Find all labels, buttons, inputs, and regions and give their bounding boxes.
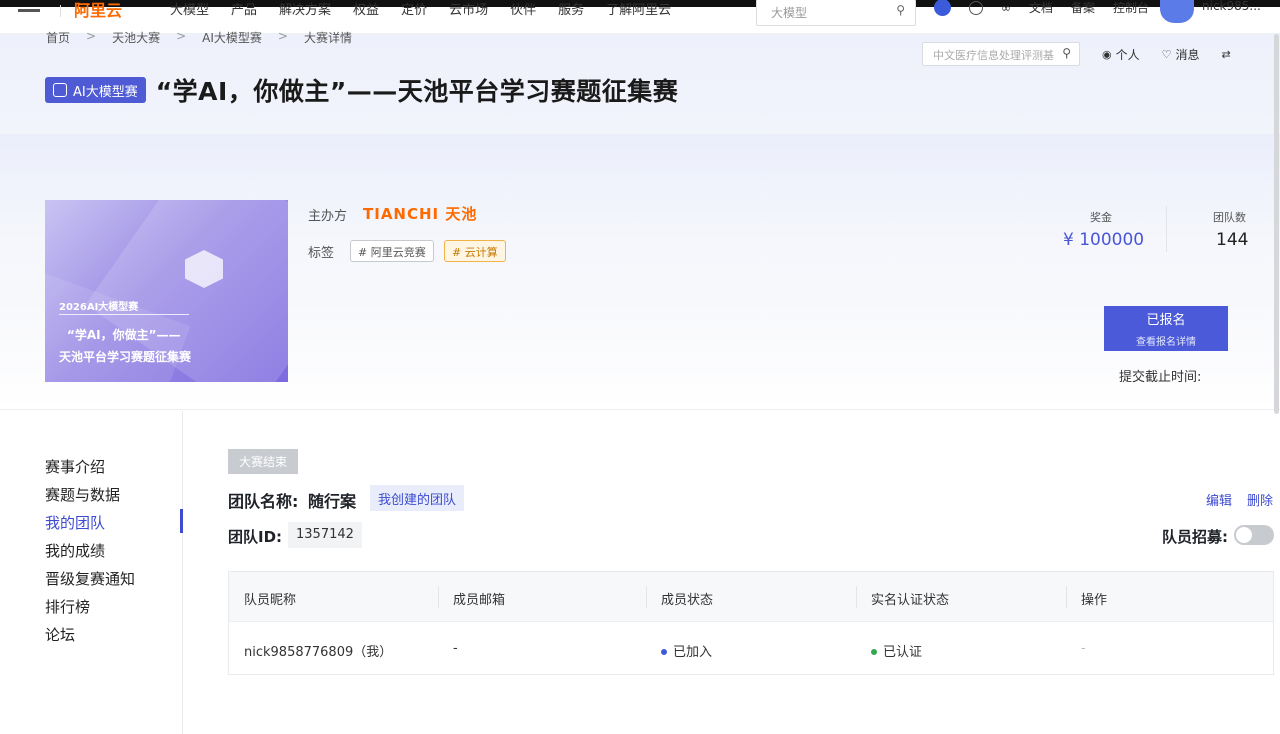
top-nav: 大模型 产品 解决方案 权益 定价 云市场 伙伴 服务 了解阿里云 — [170, 0, 671, 18]
page-title: “学AI，你做主”——天池平台学习赛题征集赛 — [155, 77, 679, 106]
edit-button[interactable]: 编辑 — [1206, 490, 1232, 509]
competition-sidebar: 赛事介绍 赛题与数据 我的团队 我的成绩 晋级复赛通知 排行榜 论坛 — [0, 411, 183, 734]
active-indicator — [180, 509, 183, 533]
recruit-toggle[interactable] — [1234, 525, 1274, 545]
chevron-right-icon: > — [86, 29, 97, 43]
status-dot-icon — [661, 648, 667, 655]
menu-icon[interactable] — [18, 9, 40, 12]
breadcrumb: 首页 > 天池大赛 > AI大模型赛 > 大赛详情 — [46, 29, 352, 46]
recruit-label: 队员招募: — [1162, 528, 1228, 546]
personal-link[interactable]: ◉ 个人 — [1102, 46, 1140, 63]
member-action: - — [1081, 641, 1086, 656]
competition-hero: 首页 > 天池大赛 > AI大模型赛 > 大赛详情 中文医疗信息处理评测基 ⚲ … — [0, 29, 1280, 410]
member-status: 已加入 — [661, 641, 712, 660]
link-icon[interactable]: ∞ — [1001, 1, 1011, 15]
sidebar-item-forum[interactable]: 论坛 — [45, 624, 75, 645]
cover-text: “学AI，你做主”—— — [67, 328, 181, 342]
aliyun-logo[interactable]: 阿里云 — [74, 0, 122, 21]
breadcrumb-item: 大赛详情 — [303, 31, 352, 45]
top-link-icp[interactable]: 备案 — [1071, 0, 1095, 16]
tianchi-logo: TIANCHI 天池 — [363, 205, 478, 223]
toggle-knob — [1236, 527, 1252, 543]
top-nav-item[interactable]: 服务 — [558, 0, 584, 18]
title-row: AI大模型赛 “学AI，你做主”——天池平台学习赛题征集赛 — [45, 72, 678, 108]
column-header: 成员邮箱 — [453, 593, 506, 608]
teams-count: 144 — [1216, 230, 1249, 250]
breadcrumb-item[interactable]: AI大模型赛 — [202, 29, 262, 46]
breadcrumb-item[interactable]: 天池大赛 — [112, 29, 160, 46]
top-nav-item[interactable]: 解决方案 — [279, 0, 331, 18]
tag-cloud-computing[interactable]: # 云计算 — [444, 240, 506, 262]
tags-label: 标签 — [308, 246, 335, 261]
cover-text: 天池平台学习赛题征集赛 — [59, 350, 192, 364]
top-nav-item[interactable]: 了解阿里云 — [606, 0, 671, 18]
cover-text: 2026AI大模型赛 — [59, 302, 139, 313]
sidebar-item-advancement[interactable]: 晋级复赛通知 — [45, 568, 135, 589]
column-header: 队员昵称 — [244, 593, 297, 608]
chevron-right-icon: > — [277, 29, 288, 43]
ai-assistant-icon[interactable] — [934, 0, 951, 16]
messages-link[interactable]: ♡ 消息 — [1162, 46, 1200, 63]
prize-label: 奖金 — [1090, 211, 1112, 224]
signup-button[interactable]: 已报名 查看报名详情 — [1104, 306, 1228, 351]
switch-icon[interactable]: ⇄ — [1222, 48, 1231, 61]
top-right-tools: ∞ 文档 备案 控制台 — [934, 0, 1149, 16]
top-nav-item[interactable]: 权益 — [353, 0, 379, 18]
prize-value: ¥ 100000 — [1063, 230, 1145, 250]
search-icon[interactable]: ⚲ — [1062, 46, 1071, 60]
status-badge: 大赛结束 — [228, 449, 299, 474]
competition-cover-image: 2026AI大模型赛 “学AI，你做主”—— 天池平台学习赛题征集赛 — [45, 200, 288, 382]
column-header: 成员状态 — [661, 593, 714, 608]
teams-label: 团队数 — [1213, 211, 1246, 224]
user-icon: ◉ — [1102, 47, 1112, 61]
ai-model-icon — [53, 83, 67, 97]
delete-button[interactable]: 删除 — [1247, 490, 1273, 509]
column-header: 实名认证状态 — [871, 593, 950, 608]
sidebar-item-my-scores[interactable]: 我的成绩 — [45, 540, 105, 561]
top-nav-item[interactable]: 云市场 — [449, 0, 488, 18]
avatar[interactable] — [1160, 0, 1194, 23]
organizer-label: 主办方 — [308, 209, 348, 224]
table-header: 队员昵称 成员邮箱 成员状态 实名认证状态 操作 — [229, 572, 1273, 622]
category-badge: AI大模型赛 — [45, 77, 146, 103]
member-verify-status: 已认证 — [871, 641, 922, 660]
divider — [1166, 206, 1167, 252]
member-email: - — [453, 641, 458, 656]
sidebar-item-data[interactable]: 赛题与数据 — [45, 484, 120, 505]
hero-tools: 中文医疗信息处理评测基 ⚲ ◉ 个人 ♡ 消息 ⇄ — [922, 42, 1231, 66]
bell-icon: ♡ — [1161, 47, 1172, 61]
top-search-input[interactable]: 大模型 ⚲ — [756, 0, 916, 26]
submission-deadline: 提交截止时间: — [1119, 370, 1202, 385]
members-table: 队员昵称 成员邮箱 成员状态 实名认证状态 操作 nick9858776809（… — [228, 571, 1274, 675]
sidebar-item-intro[interactable]: 赛事介绍 — [45, 456, 105, 477]
top-nav-item[interactable]: 定价 — [401, 0, 427, 18]
team-id: 1357142 — [288, 522, 362, 548]
status-dot-icon — [871, 648, 877, 655]
help-icon[interactable] — [969, 0, 983, 15]
sidebar-item-my-team[interactable]: 我的团队 — [45, 512, 105, 533]
top-nav-item[interactable]: 伙伴 — [510, 0, 536, 18]
team-id-label: 团队ID: — [228, 528, 283, 546]
top-nav-item[interactable]: 产品 — [231, 0, 257, 18]
top-link-console[interactable]: 控制台 — [1113, 0, 1149, 16]
sidebar-item-leaderboard[interactable]: 排行榜 — [45, 596, 90, 617]
tag-aliyun-competition[interactable]: # 阿里云竞赛 — [350, 240, 434, 262]
top-nav-item[interactable]: 大模型 — [170, 0, 209, 18]
created-by-me-badge: 我创建的团队 — [370, 485, 465, 511]
column-header: 操作 — [1081, 593, 1108, 608]
divider — [60, 5, 61, 17]
breadcrumb-item[interactable]: 首页 — [46, 29, 70, 46]
chevron-right-icon: > — [176, 29, 187, 43]
team-name-label: 团队名称: — [228, 492, 299, 511]
top-link-docs[interactable]: 文档 — [1029, 0, 1053, 16]
member-nickname: nick9858776809（我） — [244, 645, 393, 660]
user-name[interactable]: nick985... — [1202, 0, 1261, 13]
search-icon[interactable]: ⚲ — [896, 3, 905, 17]
competition-search-input[interactable]: 中文医疗信息处理评测基 ⚲ — [922, 42, 1080, 66]
scrollbar[interactable] — [1274, 34, 1279, 414]
team-name: 随行案 — [308, 492, 357, 511]
